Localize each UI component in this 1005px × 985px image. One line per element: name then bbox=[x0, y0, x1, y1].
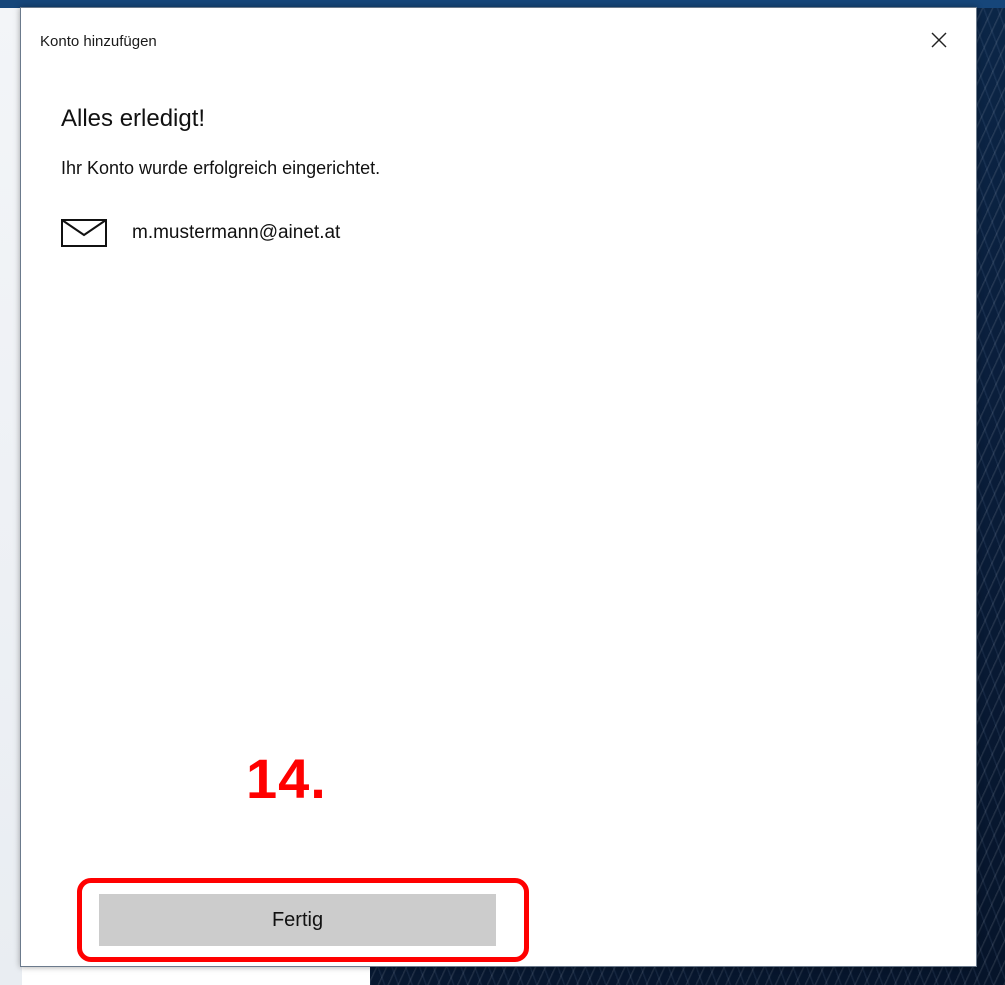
account-entry: m.mustermann@ainet.at bbox=[61, 218, 340, 248]
close-icon bbox=[931, 32, 947, 48]
step-number-annotation: 14. bbox=[246, 747, 327, 810]
screenshot: Konto hinzufügen Alles erledigt! Ihr Kon… bbox=[0, 0, 1005, 985]
close-button[interactable] bbox=[921, 24, 957, 56]
done-button[interactable]: Fertig bbox=[99, 894, 496, 946]
dialog-title: Konto hinzufügen bbox=[40, 33, 157, 50]
mail-envelope-icon bbox=[61, 219, 107, 247]
account-email: m.mustermann@ainet.at bbox=[132, 222, 341, 243]
success-message: Ihr Konto wurde erfolgreich eingerichtet… bbox=[61, 158, 381, 178]
page-heading: Alles erledigt! bbox=[61, 105, 206, 132]
desktop-edge-left bbox=[0, 0, 22, 985]
add-account-dialog: Konto hinzufügen Alles erledigt! Ihr Kon… bbox=[20, 7, 977, 967]
